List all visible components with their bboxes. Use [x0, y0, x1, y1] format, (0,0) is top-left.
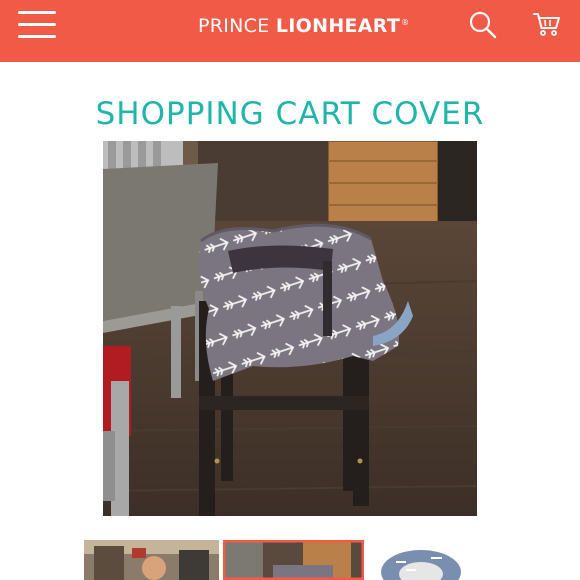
product-main-photo[interactable] — [103, 141, 477, 516]
search-icon[interactable] — [468, 10, 498, 40]
menu-icon[interactable] — [18, 11, 56, 39]
thumbnail-strip — [0, 540, 580, 580]
thumbnail-3[interactable] — [376, 540, 466, 580]
page-title: SHOPPING CART COVER — [95, 96, 485, 132]
cart-icon[interactable] — [532, 10, 562, 40]
brand-name-light: PRINCE — [198, 15, 276, 37]
registered-mark: ® — [401, 17, 410, 27]
brand-logo[interactable]: PRINCE LIONHEART® — [198, 15, 409, 41]
top-bar: PRINCE LIONHEART® — [0, 0, 580, 62]
thumbnail-1[interactable] — [84, 540, 219, 580]
thumbnail-2-selected[interactable] — [223, 540, 364, 580]
brand-name-bold: LIONHEART — [275, 15, 401, 37]
